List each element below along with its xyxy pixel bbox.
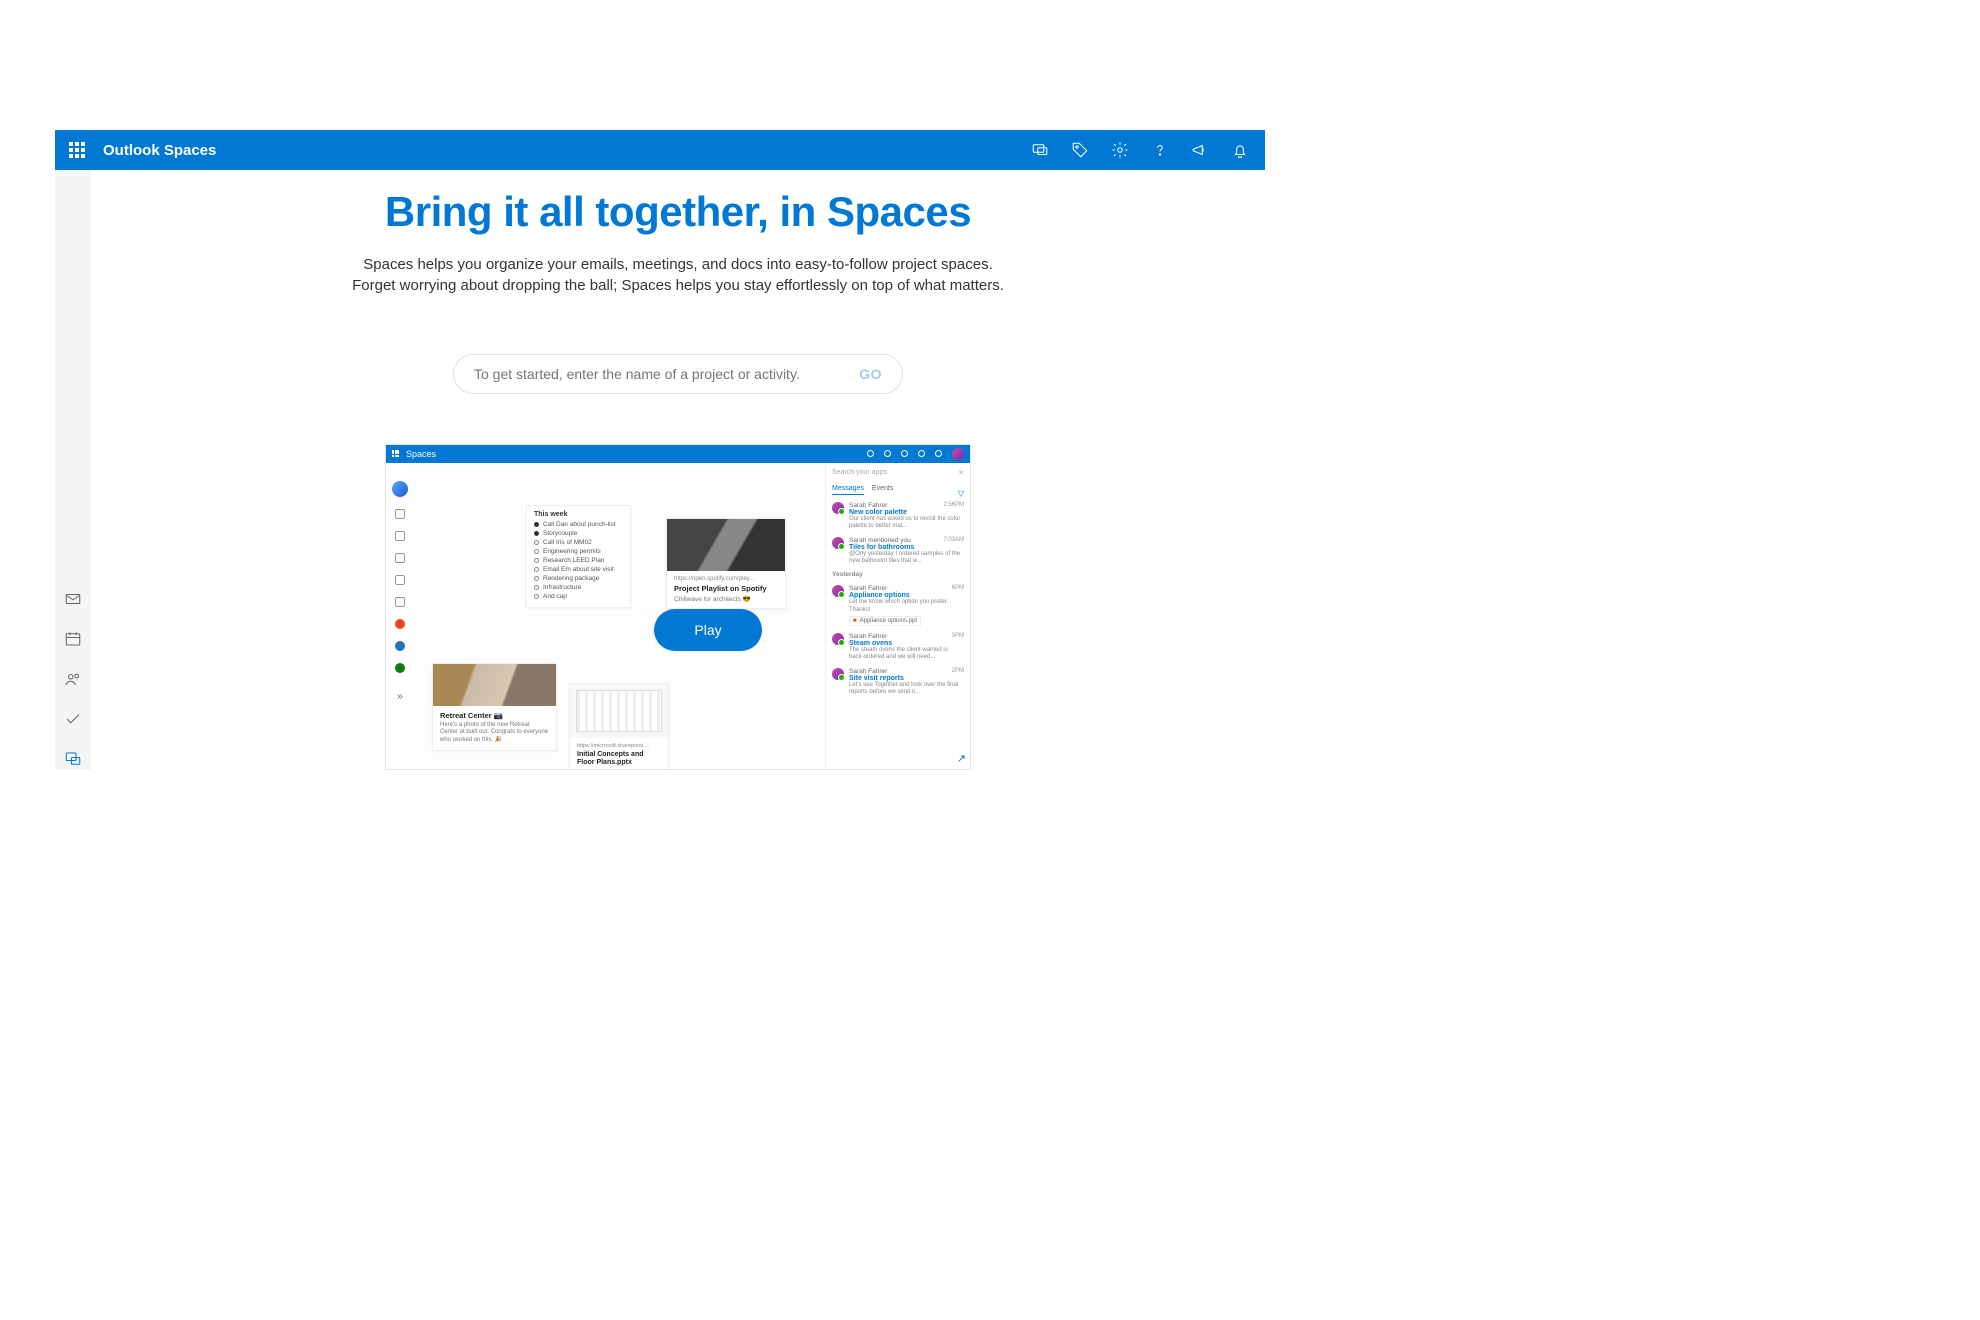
preview-retreat-card: Retreat Center 📷 Here's a photo of the n… [432,663,557,751]
preview-filter-icon: ▽ [958,489,964,498]
preview-message: Sarah Fahrer3PMSteam ovensThe steam oven… [832,633,964,661]
preview-message: Sarah Fahrer2:56PMNew color paletteOur c… [832,502,964,530]
preview-todo-item: Engineering permits [534,548,623,555]
preview-chat-icon [867,450,874,457]
preview-message: Sarah Fahrer6PMAppliance optionsLet me k… [832,585,964,625]
help-icon[interactable] [1151,141,1169,159]
preview-message: Sarah Fahrer2PMSite visit reportsLet's s… [832,668,964,696]
preview-spotify-image [667,519,785,571]
preview-message: Sarah mentioned you7:03AMTiles for bathr… [832,537,964,565]
hero-title: Bring it all together, in Spaces [385,188,971,236]
go-button[interactable]: GO [859,366,882,382]
preview-plans-card: https://microsoft.sharepoint.... Initial… [569,683,669,770]
preview-rail-icon [395,597,405,607]
preview-close-icon: ✕ [958,469,964,477]
preview-image: Spaces [385,444,971,770]
preview-todo-item: And cap [534,593,623,600]
spaces-icon[interactable] [64,750,82,768]
settings-icon[interactable] [1111,141,1129,159]
project-name-input[interactable] [474,366,859,382]
preview-rail-icon [395,575,405,585]
preview-avatar [952,448,964,460]
preview-spotify-url: https://open.spotify.com/play... [674,576,778,582]
preview-settings-icon [901,450,908,457]
preview-word-icon [395,641,405,651]
app-launcher-icon[interactable] [69,142,85,158]
hero-subtitle: Spaces helps you organize your emails, m… [348,254,1008,296]
preview-bell-icon [884,450,891,457]
tasks-icon[interactable] [64,710,82,728]
megaphone-icon[interactable] [1191,141,1209,159]
preview-smile-icon [935,450,942,457]
preview-todo-item: Infrastructure [534,584,623,591]
preview-plans-image [570,684,668,738]
preview-plans-url: https://microsoft.sharepoint.... [577,743,661,749]
preview-plans-subtitle: We initially set out to create a volume … [577,769,661,770]
preview-spotify-subtitle: Chillwave for architects 😎 [674,595,778,603]
preview-spotify-title: Project Playlist on Spotify [674,584,778,593]
preview-todo-item: Research LEED Plan [534,557,623,564]
preview-rail-icon [395,553,405,563]
project-name-field[interactable]: GO [453,354,903,394]
preview-expand-arrow-icon: ↗ [957,752,966,765]
preview-search-placeholder: Search your apps [832,469,887,476]
preview-help-icon [918,450,925,457]
mail-icon[interactable] [64,590,82,608]
preview-app-launcher-icon [392,450,400,458]
tag-icon[interactable] [1071,141,1089,159]
preview-rail-icon [395,531,405,541]
preview-expand-icon: » [397,691,403,702]
people-icon[interactable] [64,670,82,688]
preview-spotify-card: https://open.spotify.com/play... Project… [666,518,786,609]
calendar-icon[interactable] [64,630,82,648]
preview-tab-events: Events [872,485,893,495]
left-rail [55,170,91,770]
preview-rail-avatar [392,481,408,497]
preview-retreat-subtitle: Here's a photo of the new Retreat Center… [440,722,549,745]
preview-plans-title: Initial Concepts and Floor Plans.pptx [577,751,661,768]
chat-icon[interactable] [1031,141,1049,159]
preview-rail-icon [395,509,405,519]
preview-todo-card: This week Call Dan about punch-list Story… [526,505,631,608]
top-bar: Outlook Spaces [55,130,1265,170]
preview-excel-icon [395,663,405,673]
play-button[interactable]: Play [654,609,762,651]
preview-retreat-title: Retreat Center 📷 [440,711,549,720]
preview-rail: » [386,463,414,769]
preview-todo-header: This week [534,511,623,518]
main-content: Bring it all together, in Spaces Spaces … [91,170,1265,770]
bell-icon[interactable] [1231,141,1249,159]
preview-section-yesterday: Yesterday [832,571,964,578]
preview-todo-item: Rendering package [534,575,623,582]
app-title: Outlook Spaces [103,142,216,159]
preview-title: Spaces [406,449,436,459]
preview-todo-item: Call Iris of MM02 [534,539,623,546]
preview-side-panel: Search your apps ✕ Messages Events ▽ Sara… [825,463,970,769]
preview-todo-item: Email Em about site visit [534,566,623,573]
preview-powerpoint-icon [395,619,405,629]
preview-tab-messages: Messages [832,485,864,495]
preview-retreat-image [433,664,556,706]
preview-todo-item: Call Dan about punch-list [534,521,623,528]
preview-todo-item: Storycouple [534,530,623,537]
